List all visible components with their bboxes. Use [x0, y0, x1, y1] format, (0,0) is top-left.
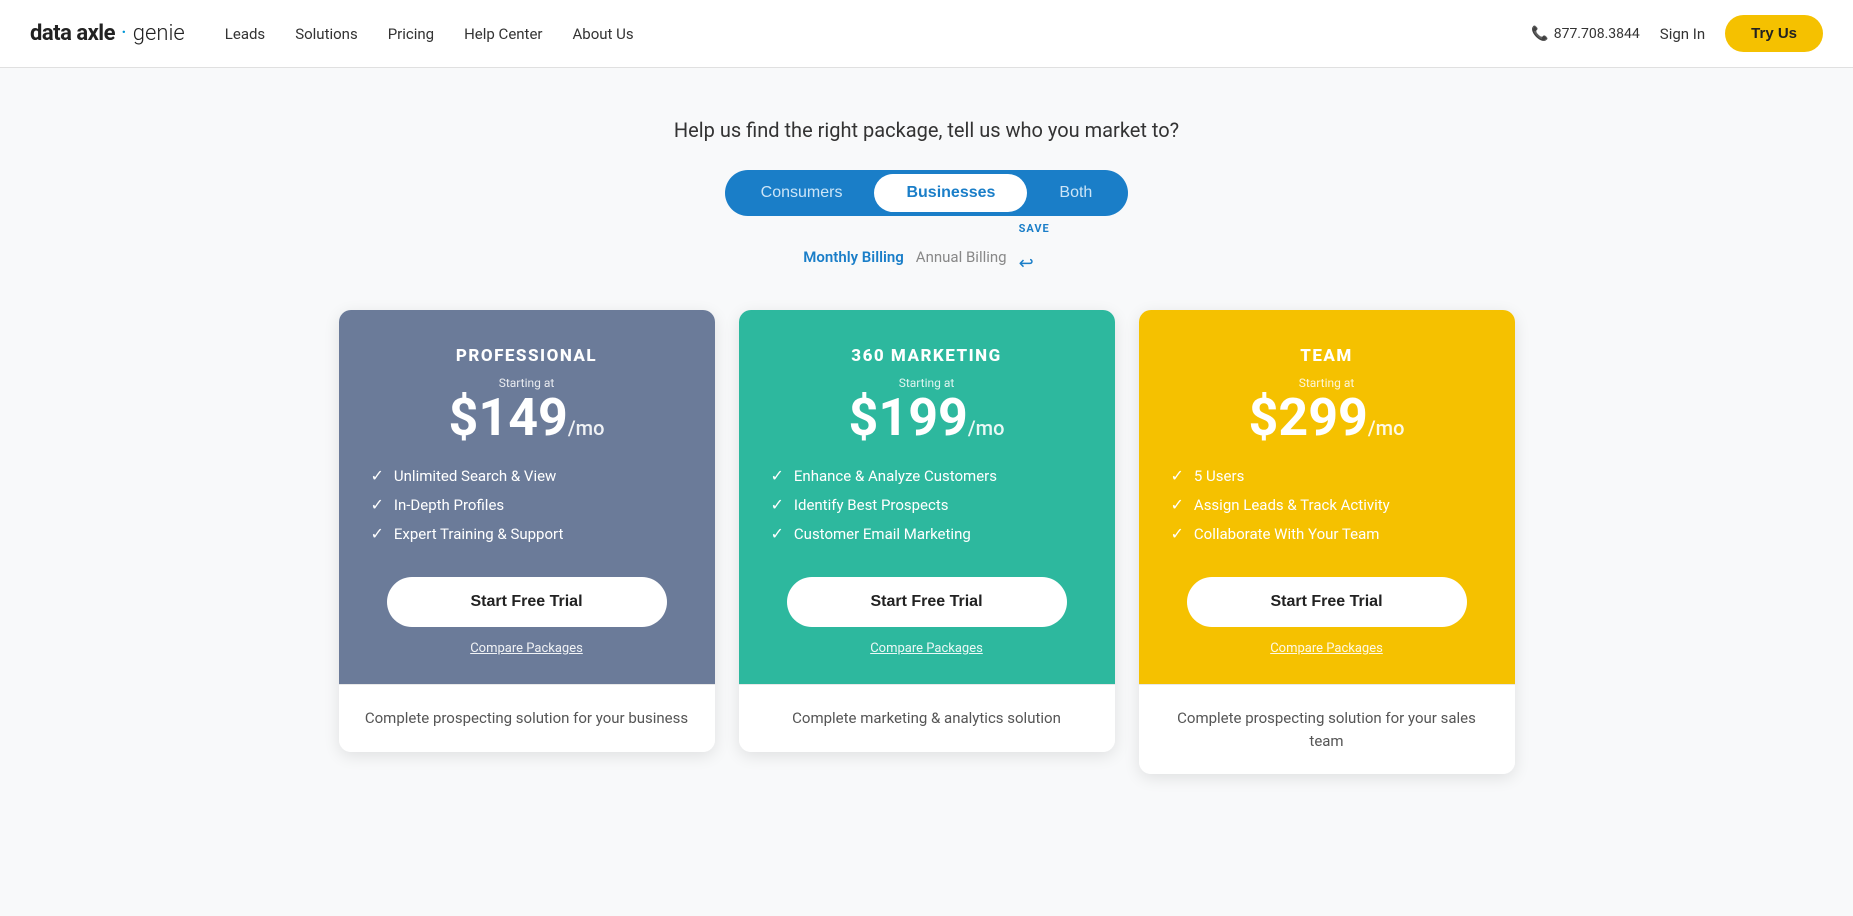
logo-genie: genie	[133, 21, 185, 46]
check-icon: ✓	[1171, 495, 1184, 514]
plan-team: TEAM Starting at $299 /mo ✓ 5 Users ✓ As…	[1139, 310, 1515, 774]
feature-in-depth-profiles: ✓ In-Depth Profiles	[371, 495, 683, 514]
plan-professional-name: PROFESSIONAL	[456, 346, 597, 366]
feature-expert-training: ✓ Expert Training & Support	[371, 524, 683, 543]
plan-team-per: /mo	[1368, 416, 1405, 440]
plan-team-price-row: $299 /mo	[1249, 392, 1405, 444]
professional-cta-button[interactable]: Start Free Trial	[387, 577, 667, 627]
plan-team-top: TEAM Starting at $299 /mo ✓ 5 Users ✓ As…	[1139, 310, 1515, 684]
nav-right: 📞 877.708.3844 Sign In Try Us	[1531, 15, 1823, 52]
feature-identify-prospects: ✓ Identify Best Prospects	[771, 495, 1083, 514]
team-cta-button[interactable]: Start Free Trial	[1187, 577, 1467, 627]
plan-marketing-per: /mo	[968, 416, 1005, 440]
segment-both[interactable]: Both	[1027, 174, 1124, 212]
feature-assign-leads: ✓ Assign Leads & Track Activity	[1171, 495, 1483, 514]
marketing-cta-button[interactable]: Start Free Trial	[787, 577, 1067, 627]
marketing-description: Complete marketing & analytics solution	[763, 707, 1091, 730]
plan-professional: PROFESSIONAL Starting at $149 /mo ✓ Unli…	[339, 310, 715, 752]
check-icon: ✓	[771, 495, 784, 514]
feature-enhance-analyze: ✓ Enhance & Analyze Customers	[771, 466, 1083, 485]
check-icon: ✓	[771, 524, 784, 543]
tagline: Help us find the right package, tell us …	[674, 118, 1179, 142]
plan-marketing-features: ✓ Enhance & Analyze Customers ✓ Identify…	[771, 466, 1083, 553]
professional-description: Complete prospecting solution for your b…	[363, 707, 691, 730]
sign-in-link[interactable]: Sign In	[1660, 25, 1705, 43]
plan-professional-bottom: Complete prospecting solution for your b…	[339, 684, 715, 752]
save-arrow-icon: ↩	[1019, 253, 1034, 274]
plan-professional-features: ✓ Unlimited Search & View ✓ In-Depth Pro…	[371, 466, 683, 553]
plan-marketing-price: $199	[849, 392, 968, 444]
plan-professional-price-row: $149 /mo	[449, 392, 605, 444]
check-icon: ✓	[371, 495, 384, 514]
nav-links: Leads Solutions Pricing Help Center Abou…	[225, 25, 1531, 43]
segment-consumers[interactable]: Consumers	[729, 174, 875, 212]
check-icon: ✓	[371, 466, 384, 485]
nav-link-leads[interactable]: Leads	[225, 25, 265, 43]
professional-compare-link[interactable]: Compare Packages	[470, 641, 583, 656]
team-compare-link[interactable]: Compare Packages	[1270, 641, 1383, 656]
nav-phone: 📞 877.708.3844	[1531, 26, 1640, 42]
phone-icon: 📞	[1531, 26, 1548, 42]
marketing-compare-link[interactable]: Compare Packages	[870, 641, 983, 656]
segment-toggle: Consumers Businesses Both	[725, 170, 1129, 216]
plan-marketing-top: 360 MARKETING Starting at $199 /mo ✓ Enh…	[739, 310, 1115, 684]
check-icon: ✓	[371, 524, 384, 543]
navbar: data axle · genie Leads Solutions Pricin…	[0, 0, 1853, 68]
feature-collaborate: ✓ Collaborate With Your Team	[1171, 524, 1483, 543]
team-description: Complete prospecting solution for your s…	[1163, 707, 1491, 752]
check-icon: ✓	[1171, 466, 1184, 485]
logo[interactable]: data axle · genie	[30, 21, 185, 46]
plan-professional-price: $149	[449, 392, 568, 444]
billing-annual[interactable]: Annual Billing	[916, 248, 1007, 266]
logo-dot: ·	[121, 21, 127, 46]
check-icon: ✓	[771, 466, 784, 485]
main-content: Help us find the right package, tell us …	[0, 68, 1853, 916]
plan-team-bottom: Complete prospecting solution for your s…	[1139, 684, 1515, 774]
plan-professional-top: PROFESSIONAL Starting at $149 /mo ✓ Unli…	[339, 310, 715, 684]
segment-businesses[interactable]: Businesses	[874, 174, 1027, 212]
plan-marketing-price-row: $199 /mo	[849, 392, 1005, 444]
feature-email-marketing: ✓ Customer Email Marketing	[771, 524, 1083, 543]
pricing-cards: PROFESSIONAL Starting at $149 /mo ✓ Unli…	[327, 310, 1527, 774]
check-icon: ✓	[1171, 524, 1184, 543]
plan-marketing-bottom: Complete marketing & analytics solution	[739, 684, 1115, 752]
plan-marketing-name: 360 MARKETING	[851, 346, 1001, 366]
plan-team-features: ✓ 5 Users ✓ Assign Leads & Track Activit…	[1171, 466, 1483, 553]
nav-link-solutions[interactable]: Solutions	[295, 25, 358, 43]
logo-data-axle: data axle	[30, 21, 115, 46]
nav-link-about-us[interactable]: About Us	[573, 25, 634, 43]
billing-toggle: Monthly Billing Annual Billing SAVE ↩	[803, 240, 1049, 274]
plan-team-price: $299	[1249, 392, 1368, 444]
plan-professional-per: /mo	[568, 416, 605, 440]
nav-link-help-center[interactable]: Help Center	[464, 25, 542, 43]
plan-360-marketing: 360 MARKETING Starting at $199 /mo ✓ Enh…	[739, 310, 1115, 752]
save-badge: SAVE	[1019, 222, 1050, 235]
feature-5-users: ✓ 5 Users	[1171, 466, 1483, 485]
try-us-button[interactable]: Try Us	[1725, 15, 1823, 52]
nav-link-pricing[interactable]: Pricing	[388, 25, 434, 43]
feature-unlimited-search: ✓ Unlimited Search & View	[371, 466, 683, 485]
billing-monthly[interactable]: Monthly Billing	[803, 248, 904, 266]
plan-team-name: TEAM	[1300, 346, 1353, 366]
